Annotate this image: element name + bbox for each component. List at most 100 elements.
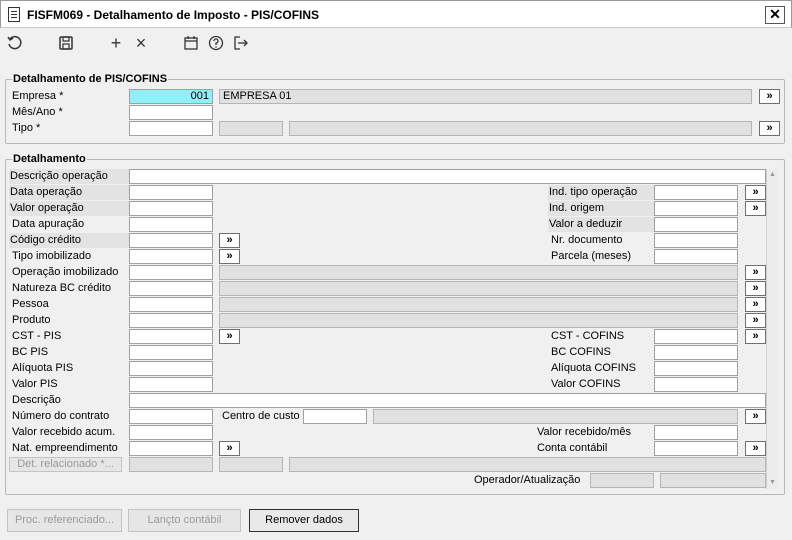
det-relacionado-field	[129, 457, 213, 472]
pessoa-lookup-button[interactable]: »	[745, 297, 766, 312]
mes-ano-label: Mês/Ano *	[12, 106, 63, 118]
empresa-code-field[interactable]: 001	[129, 89, 213, 104]
remover-dados-button[interactable]: Remover dados	[249, 509, 359, 532]
ind-tipo-operacao-field[interactable]	[654, 185, 738, 200]
help-icon[interactable]	[207, 34, 225, 52]
numero-contrato-label: Número do contrato	[12, 410, 110, 422]
valor-recebido-mes-label: Valor recebido/mês	[537, 426, 631, 438]
empresa-label: Empresa *	[12, 90, 64, 102]
descricao-field[interactable]	[129, 393, 766, 408]
numero-contrato-field[interactable]	[129, 409, 213, 424]
natureza-bc-credito-label: Natureza BC crédito	[12, 282, 112, 294]
valor-recebido-acum-label: Valor recebido acum.	[12, 426, 116, 438]
produto-field[interactable]	[129, 313, 213, 328]
cst-cofins-lookup-button[interactable]: »	[745, 329, 766, 344]
descricao-operacao-field[interactable]	[129, 169, 766, 184]
operacao-imobilizado-label: Operação imobilizado	[12, 266, 119, 278]
nat-empreendimento-field[interactable]	[129, 441, 213, 456]
aliquota-cofins-field[interactable]	[654, 361, 738, 376]
operacao-imobilizado-desc-field	[219, 265, 738, 280]
data-operacao-field[interactable]	[129, 185, 213, 200]
empresa-name-field: EMPRESA 01	[219, 89, 752, 104]
ind-tipo-operacao-lookup-button[interactable]: »	[745, 185, 766, 200]
conta-contabil-label: Conta contábil	[537, 442, 608, 454]
cst-pis-field[interactable]	[129, 329, 213, 344]
operacao-imobilizado-lookup-button[interactable]: »	[745, 265, 766, 280]
bc-cofins-field[interactable]	[654, 345, 738, 360]
valor-pis-field[interactable]	[129, 377, 213, 392]
save-icon[interactable]	[57, 34, 75, 52]
ind-origem-lookup-button[interactable]: »	[745, 201, 766, 216]
bc-pis-label: BC PIS	[12, 346, 49, 358]
centro-custo-label: Centro de custo	[222, 410, 300, 422]
valor-deduzir-field[interactable]	[654, 217, 738, 232]
pessoa-desc-field	[219, 297, 738, 312]
refresh-icon[interactable]	[6, 34, 24, 52]
scroll-down-icon[interactable]: ▼	[767, 477, 778, 489]
codigo-credito-lookup-button[interactable]: »	[219, 233, 240, 248]
tipo-imobilizado-lookup-button[interactable]: »	[219, 249, 240, 264]
cst-cofins-field[interactable]	[654, 329, 738, 344]
proc-referenciado-button[interactable]: Proc. referenciado...	[7, 509, 122, 532]
centro-custo-field[interactable]	[303, 409, 367, 424]
natureza-bc-credito-field[interactable]	[129, 281, 213, 296]
operacao-imobilizado-field[interactable]	[129, 265, 213, 280]
parcela-meses-field[interactable]	[654, 249, 738, 264]
valor-cofins-field[interactable]	[654, 377, 738, 392]
bc-pis-field[interactable]	[129, 345, 213, 360]
calendar-icon[interactable]	[182, 34, 200, 52]
tipo-field[interactable]	[129, 121, 213, 136]
pessoa-field[interactable]	[129, 297, 213, 312]
title-bar: FISFM069 - Detalhamento de Imposto - PIS…	[0, 0, 792, 28]
det-relacionado-button[interactable]: Det. relacionado *...	[9, 457, 122, 472]
close-button[interactable]: ✕	[765, 6, 785, 24]
natureza-bc-credito-lookup-button[interactable]: »	[745, 281, 766, 296]
lancto-contabil-button[interactable]: Lançto contábil	[128, 509, 241, 532]
codigo-credito-field[interactable]	[129, 233, 213, 248]
conta-contabil-lookup-button[interactable]: »	[745, 441, 766, 456]
aliquota-pis-field[interactable]	[129, 361, 213, 376]
valor-operacao-label: Valor operação	[9, 201, 129, 216]
centro-custo-lookup-button[interactable]: »	[745, 409, 766, 424]
centro-custo-desc-field	[373, 409, 738, 424]
valor-recebido-mes-field[interactable]	[654, 425, 738, 440]
exit-icon[interactable]	[232, 34, 250, 52]
conta-contabil-field[interactable]	[654, 441, 738, 456]
scroll-up-icon[interactable]: ▲	[767, 169, 778, 181]
tipo-code-field	[219, 121, 283, 136]
valor-deduzir-label: Valor a deduzir	[548, 217, 654, 232]
add-icon[interactable]: +	[107, 34, 125, 52]
data-apuracao-field[interactable]	[129, 217, 213, 232]
aliquota-cofins-label: Alíquota COFINS	[551, 362, 636, 374]
cst-pis-lookup-button[interactable]: »	[219, 329, 240, 344]
tipo-lookup-button[interactable]: »	[759, 121, 780, 136]
natureza-bc-credito-desc-field	[219, 281, 738, 296]
delete-icon[interactable]: ×	[132, 34, 150, 52]
valor-operacao-field[interactable]	[129, 201, 213, 216]
window-title: FISFM069 - Detalhamento de Imposto - PIS…	[27, 8, 320, 22]
produto-lookup-button[interactable]: »	[745, 313, 766, 328]
data-operacao-label: Data operação	[9, 185, 129, 200]
nr-documento-field[interactable]	[654, 233, 738, 248]
operador-field	[590, 473, 654, 488]
descricao-label: Descrição	[12, 394, 61, 406]
codigo-credito-label: Código crédito	[9, 233, 129, 248]
empresa-lookup-button[interactable]: »	[759, 89, 780, 104]
nat-empreendimento-label: Nat. empreendimento	[12, 442, 118, 454]
tipo-label: Tipo *	[12, 122, 41, 134]
cst-pis-label: CST - PIS	[12, 330, 62, 342]
det-relacionado-code-field	[219, 457, 283, 472]
produto-desc-field	[219, 313, 738, 328]
valor-cofins-label: Valor COFINS	[551, 378, 621, 390]
tipo-imobilizado-field[interactable]	[129, 249, 213, 264]
nr-documento-label: Nr. documento	[551, 234, 623, 246]
data-apuracao-label: Data apuração	[12, 218, 85, 230]
nat-empreendimento-lookup-button[interactable]: »	[219, 441, 240, 456]
detail-scrollbar[interactable]: ▲ ▼	[766, 169, 778, 489]
operador-atualizacao-label: Operador/Atualização	[474, 474, 581, 486]
mes-ano-field[interactable]	[129, 105, 213, 120]
ind-tipo-operacao-label: Ind. tipo operação	[548, 185, 654, 200]
ind-origem-label: Ind. origem	[548, 201, 654, 216]
ind-origem-field[interactable]	[654, 201, 738, 216]
valor-recebido-acum-field[interactable]	[129, 425, 213, 440]
